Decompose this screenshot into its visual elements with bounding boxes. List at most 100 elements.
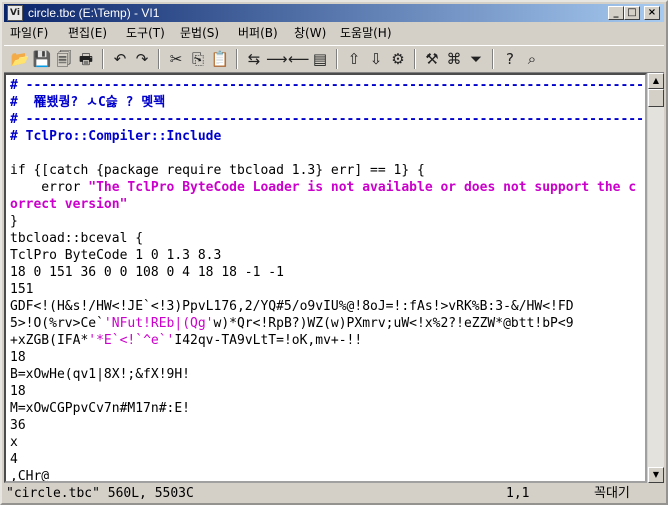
find-prev-icon[interactable]: ⟵: [288, 49, 310, 69]
code-text: B=xOwHe(qv1|8X!;&fX!9H!: [10, 367, 191, 382]
editor-line[interactable]: 18: [10, 349, 26, 366]
title-bar[interactable]: Vi circle.tbc (E:\Temp) - VI1 _ □ ×: [4, 4, 664, 22]
help-icon[interactable]: ?: [500, 49, 520, 69]
code-text: M=xOwCGPpvCv7n#M17n#:E!: [10, 401, 191, 416]
code-text: "The TclPro ByteCode Loader is not avail…: [88, 180, 637, 195]
editor-line[interactable]: error "The TclPro ByteCode Loader is not…: [10, 179, 636, 196]
scroll-thumb[interactable]: [648, 89, 664, 107]
window-title: circle.tbc (E:\Temp) - VI1: [28, 6, 160, 20]
code-text: w)*Qr<!RpB?)WZ(w)PXmrv;uW<!x%2?!eZZW*@bt…: [213, 316, 574, 331]
download-icon[interactable]: ⇩: [366, 49, 386, 69]
editor-line[interactable]: x: [10, 434, 18, 451]
code-text: if {[catch {package require tbcload 1.3}…: [10, 163, 425, 178]
editor-line[interactable]: +xZGB(IFA*'*E`<!`^e`'I42qv-TA9vLtT=!oK,m…: [10, 332, 362, 349]
code-text: 18: [10, 384, 26, 399]
code-text: error: [10, 180, 89, 195]
load-session-icon[interactable]: ▤: [310, 49, 330, 69]
code-text: # TclPro::Compiler::Include: [10, 129, 222, 144]
file-info: "circle.tbc" 560L, 5503C: [6, 486, 194, 501]
code-text: x: [10, 435, 18, 450]
editor-line[interactable]: GDF<!(H&s!/HW<!JE`<!3)PpvL176,2/YQ#5/o9v…: [10, 298, 574, 315]
code-text: # 罹뵀퀑? ㅅC슳 ? 몢꽥: [10, 95, 166, 110]
scroll-down-icon[interactable]: ▼: [648, 467, 664, 483]
editor-line[interactable]: # --------------------------------------…: [10, 77, 647, 94]
code-text: I42qv-TA9vLtT=!oK,mv+-!!: [174, 333, 363, 348]
editor-line[interactable]: }: [10, 213, 18, 230]
tag-icon[interactable]: ⏷: [466, 49, 486, 69]
minimize-button[interactable]: _: [608, 6, 624, 20]
cut-icon[interactable]: ✂: [166, 49, 186, 69]
toolbar-separator: [236, 49, 238, 69]
close-button[interactable]: ×: [644, 6, 660, 20]
toolbar-separator: [102, 49, 104, 69]
undo-icon[interactable]: ↶: [110, 49, 130, 69]
open-icon[interactable]: 📂: [10, 49, 30, 69]
code-text: '*E`<!`^e`': [88, 333, 175, 348]
menu-edit[interactable]: 편집(E): [64, 23, 111, 43]
editor-line[interactable]: 5>!O(%rv>Ce`'NFut!REb|(Qg'w)*Qr<!RpB?)WZ…: [10, 315, 574, 332]
toolbar-separator: [492, 49, 494, 69]
vim-window: Vi circle.tbc (E:\Temp) - VI1 _ □ × 파일(F…: [0, 0, 668, 505]
menu-window[interactable]: 창(W): [290, 23, 330, 43]
editor-line[interactable]: ,CHr@: [10, 468, 50, 483]
editor-line[interactable]: if {[catch {package require tbcload 1.3}…: [10, 162, 425, 179]
make-icon[interactable]: ⚒: [422, 49, 442, 69]
toolbar-separator: [336, 49, 338, 69]
shell-icon[interactable]: ⌘: [444, 49, 464, 69]
code-text: TclPro ByteCode 1 0 1.3 8.3: [10, 248, 222, 263]
editor-line[interactable]: 4: [10, 451, 18, 468]
save-all-icon[interactable]: 🗐: [54, 49, 74, 69]
code-text: orrect version": [10, 197, 128, 212]
editor-line[interactable]: orrect version": [10, 196, 127, 213]
code-text: 'NFut!REb|(Qg': [103, 316, 214, 331]
maximize-button[interactable]: □: [624, 6, 640, 20]
scroll-up-icon[interactable]: ▲: [648, 73, 664, 89]
editor-line[interactable]: TclPro ByteCode 1 0 1.3 8.3: [10, 247, 221, 264]
code-text: # --------------------------------------…: [10, 78, 647, 93]
save-icon[interactable]: 💾: [32, 49, 52, 69]
editor-line[interactable]: # --------------------------------------…: [10, 111, 645, 128]
copy-icon[interactable]: ⎘: [188, 49, 208, 69]
vim-app-icon[interactable]: Vi: [7, 5, 23, 21]
cursor-position: 1,1: [506, 486, 530, 501]
upload-icon[interactable]: ⇧: [344, 49, 364, 69]
print-icon[interactable]: 🖶: [76, 49, 96, 69]
text-editor[interactable]: # --------------------------------------…: [4, 73, 647, 483]
menu-tools[interactable]: 도구(T): [122, 23, 169, 43]
code-text: 5>!O(%rv>Ce`: [10, 316, 104, 331]
code-text: 18: [10, 350, 26, 365]
redo-icon[interactable]: ↷: [132, 49, 152, 69]
scroll-position-indicator: 꼭대기: [594, 486, 630, 501]
vertical-scrollbar[interactable]: ▲ ▼: [648, 73, 664, 483]
toolbar-separator: [158, 49, 160, 69]
code-text: 36: [10, 418, 26, 433]
editor-line[interactable]: # TclPro::Compiler::Include: [10, 128, 221, 145]
editor-line[interactable]: # 罹뵀퀑? ㅅC슳 ? 몢꽥: [10, 94, 165, 111]
toolbar: 📂 💾 🗐 🖶 ↶ ↷ ✂ ⎘ 📋 ⇆ ⟶ ⟵ ▤ ⇧ ⇩ ⚙ ⚒ ⌘ ⏷ ? …: [4, 45, 664, 73]
code-text: tbcload::bceval {: [10, 231, 144, 246]
code-text: 151: [10, 282, 34, 297]
menu-help[interactable]: 도움말(H): [336, 23, 396, 43]
editor-line[interactable]: 18: [10, 383, 26, 400]
menu-syntax[interactable]: 문법(S): [176, 23, 223, 43]
paste-icon[interactable]: 📋: [210, 49, 230, 69]
menu-bar: 파일(F) 편집(E) 도구(T) 문법(S) 버퍼(B) 창(W) 도움말(H…: [4, 23, 664, 43]
code-text: 18 0 151 36 0 0 108 0 4 18 18 -1 -1: [10, 265, 284, 280]
editor-line[interactable]: 151: [10, 281, 33, 298]
code-text: GDF<!(H&s!/HW<!JE`<!3)PpvL176,2/YQ#5/o9v…: [10, 299, 574, 314]
menu-file[interactable]: 파일(F): [6, 23, 52, 43]
code-text: 4: [10, 452, 18, 467]
menu-buffers[interactable]: 버퍼(B): [234, 23, 282, 43]
find-replace-icon[interactable]: ⇆: [244, 49, 264, 69]
run-script-icon[interactable]: ⚙: [388, 49, 408, 69]
find-help-icon[interactable]: ⌕: [522, 49, 542, 69]
editor-line[interactable]: 36: [10, 417, 26, 434]
toolbar-separator: [414, 49, 416, 69]
find-next-icon[interactable]: ⟶: [266, 49, 288, 69]
editor-line[interactable]: 18 0 151 36 0 0 108 0 4 18 18 -1 -1: [10, 264, 284, 281]
editor-line[interactable]: tbcload::bceval {: [10, 230, 143, 247]
code-text: }: [10, 214, 18, 229]
editor-line[interactable]: M=xOwCGPpvCv7n#M17n#:E!: [10, 400, 190, 417]
editor-line[interactable]: B=xOwHe(qv1|8X!;&fX!9H!: [10, 366, 190, 383]
code-text: ,CHr@: [10, 469, 50, 483]
